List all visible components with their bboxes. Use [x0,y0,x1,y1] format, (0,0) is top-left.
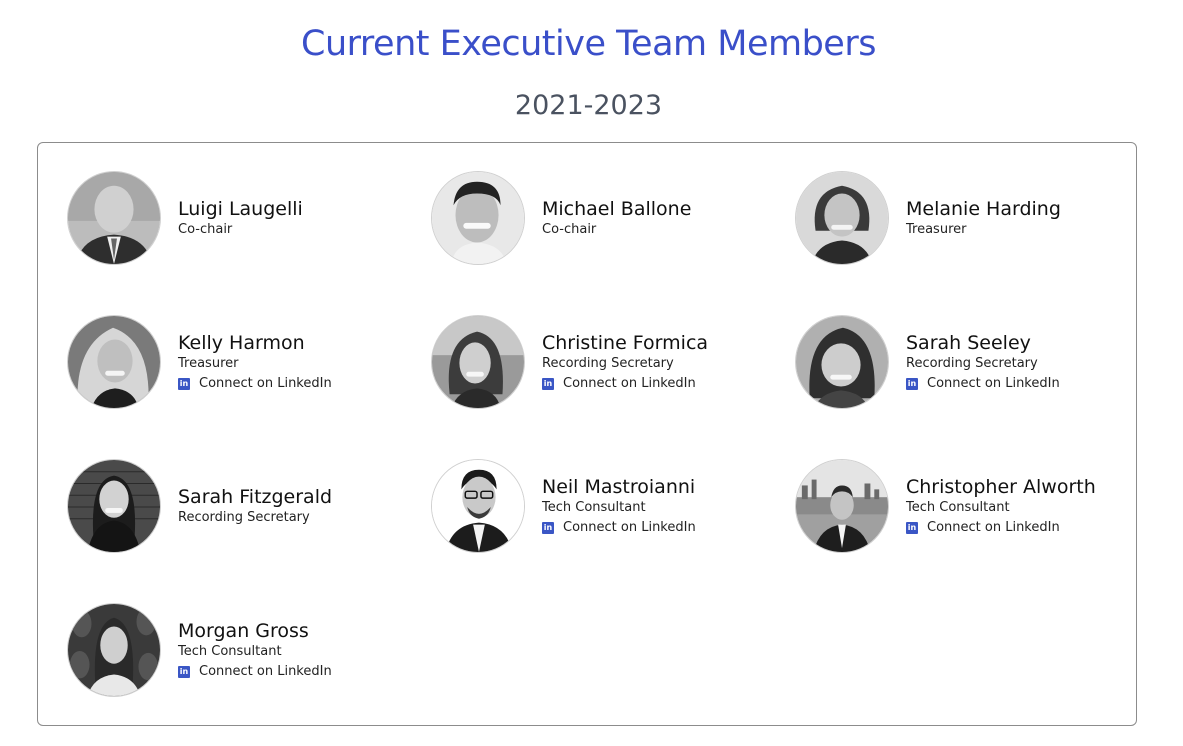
team-member-card: Melanie Harding Treasurer [795,171,1135,269]
avatar [67,315,161,409]
linkedin-label: Connect on LinkedIn [199,375,332,391]
team-member-card: Luigi Laugelli Co-chair [67,171,407,269]
member-name: Morgan Gross [178,619,309,642]
member-role: Co-chair [542,222,597,237]
team-member-card: Sarah Fitzgerald Recording Secretary [67,459,407,557]
profile-photo [68,460,160,552]
member-name: Christine Formica [542,331,709,354]
profile-photo [432,172,524,264]
member-name: Melanie Harding [906,198,1061,220]
member-name: Sarah Seeley [906,331,1031,354]
avatar [67,459,161,553]
profile-photo [432,316,524,408]
avatar [795,459,889,553]
linkedin-link[interactable]: in Connect on LinkedIn [542,518,772,538]
linkedin-icon: in [906,377,918,390]
member-name: Michael Ballone [542,198,692,220]
member-name: Neil Mastroianni [542,475,696,498]
linkedin-link[interactable]: in Connect on LinkedIn [178,374,408,394]
avatar [431,315,525,409]
linkedin-icon: in [178,377,190,390]
member-role: Tech Consultant [542,499,646,515]
member-name: Kelly Harmon [178,331,305,354]
avatar [795,315,889,409]
linkedin-label: Connect on LinkedIn [927,375,1060,391]
profile-photo [68,316,160,408]
avatar [431,459,525,553]
avatar [431,171,525,265]
team-member-card: Christopher Alworth Tech Consultant in C… [795,459,1135,557]
linkedin-link[interactable]: in Connect on LinkedIn [906,518,1136,538]
page-subtitle: 2021-2023 [514,90,663,121]
linkedin-link[interactable]: in Connect on LinkedIn [178,662,408,682]
member-role: Treasurer [178,355,239,371]
profile-photo [796,316,888,408]
linkedin-label: Connect on LinkedIn [563,519,696,535]
team-member-card: Kelly Harmon Treasurer in Connect on Lin… [67,315,407,413]
linkedin-label: Connect on LinkedIn [199,663,332,679]
profile-photo [432,460,524,552]
linkedin-link[interactable]: in Connect on LinkedIn [906,374,1136,394]
member-role: Recording Secretary [178,510,310,525]
profile-photo [68,604,160,696]
team-member-card: Sarah Seeley Recording Secretary in Conn… [795,315,1135,413]
page-title: Current Executive Team Members [301,24,876,64]
member-role: Recording Secretary [542,355,674,371]
team-member-card: Morgan Gross Tech Consultant in Connect … [67,603,407,701]
member-role: Recording Secretary [906,355,1038,371]
avatar [67,171,161,265]
linkedin-icon: in [178,665,190,678]
linkedin-icon: in [542,377,554,390]
profile-photo [796,460,888,552]
avatar [795,171,889,265]
profile-photo [796,172,888,264]
team-members-card: Luigi Laugelli Co-chair Michael Ballone … [37,142,1137,726]
team-member-card: Christine Formica Recording Secretary in… [431,315,771,413]
member-role: Tech Consultant [178,643,282,659]
linkedin-link[interactable]: in Connect on LinkedIn [542,374,772,394]
member-name: Christopher Alworth [906,475,1096,498]
member-name: Sarah Fitzgerald [178,486,333,508]
team-member-card: Michael Ballone Co-chair [431,171,771,269]
linkedin-label: Connect on LinkedIn [927,519,1060,535]
member-role: Tech Consultant [906,499,1010,515]
member-name: Luigi Laugelli [178,198,303,220]
linkedin-icon: in [542,521,554,534]
member-role: Treasurer [906,222,967,237]
avatar [67,603,161,697]
linkedin-label: Connect on LinkedIn [563,375,696,391]
member-role: Co-chair [178,222,233,237]
profile-photo [68,172,160,264]
linkedin-icon: in [906,521,918,534]
team-member-card: Neil Mastroianni Tech Consultant in Conn… [431,459,771,557]
